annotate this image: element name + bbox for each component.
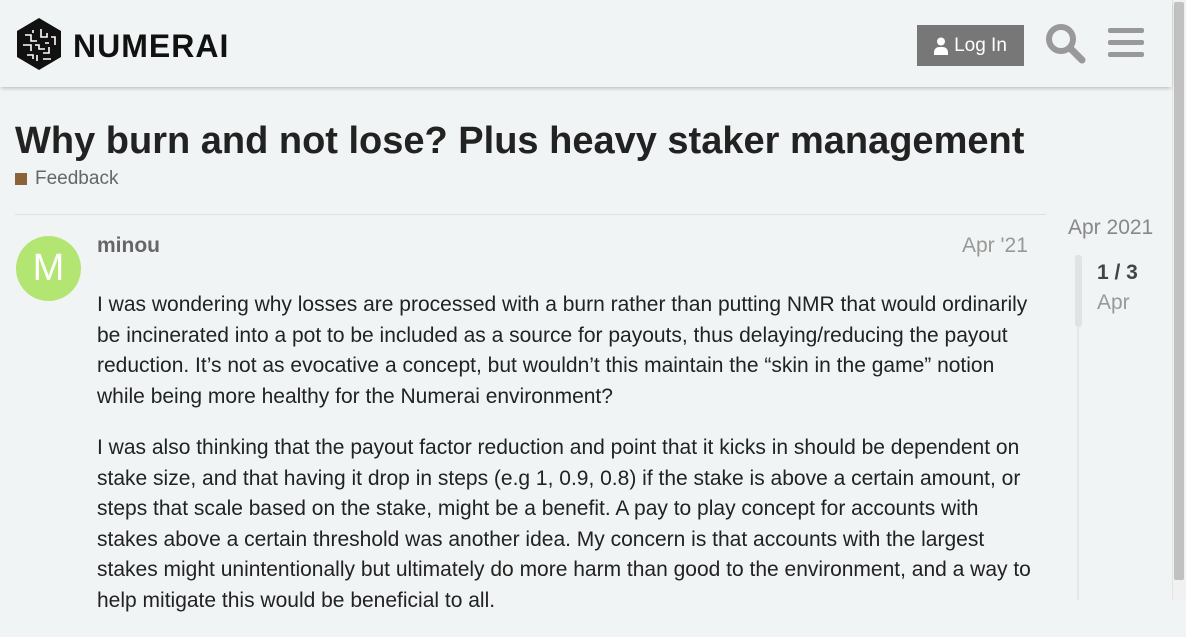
login-label: Log In <box>954 34 1007 56</box>
post-username[interactable]: minou <box>97 234 160 258</box>
avatar[interactable]: M <box>16 236 81 301</box>
category-badge[interactable]: Feedback <box>15 168 118 190</box>
hamburger-menu-icon[interactable] <box>1106 22 1148 64</box>
avatar-letter: M <box>32 247 65 289</box>
timeline-month: Apr <box>1097 291 1130 314</box>
timeline-position: 1 / 3 <box>1097 261 1138 284</box>
category-color-swatch <box>15 173 27 185</box>
site-header: NUMERAI Log In <box>0 0 1172 87</box>
topic-title[interactable]: Why burn and not lose? Plus heavy staker… <box>15 120 1024 163</box>
timeline-start-date[interactable]: Apr 2021 <box>1068 216 1153 240</box>
numerai-logo-mark-icon <box>17 18 61 70</box>
timeline-handle[interactable] <box>1075 255 1082 327</box>
post-paragraph: I was also thinking that the payout fact… <box>97 436 1031 612</box>
brand-name: NUMERAI <box>73 28 230 64</box>
post-body: I was wondering why losses are processed… <box>97 290 1037 637</box>
post-date[interactable]: Apr '21 <box>962 234 1028 258</box>
topic-divider <box>15 214 1046 215</box>
category-label: Feedback <box>35 168 119 189</box>
post-paragraph: I was wondering why losses are processed… <box>97 293 1028 408</box>
user-icon <box>934 37 949 55</box>
scrollbar-thumb[interactable] <box>1174 2 1184 580</box>
numerai-logo[interactable]: NUMERAI <box>15 17 228 71</box>
search-icon[interactable] <box>1044 22 1086 64</box>
login-button[interactable]: Log In <box>917 25 1024 66</box>
